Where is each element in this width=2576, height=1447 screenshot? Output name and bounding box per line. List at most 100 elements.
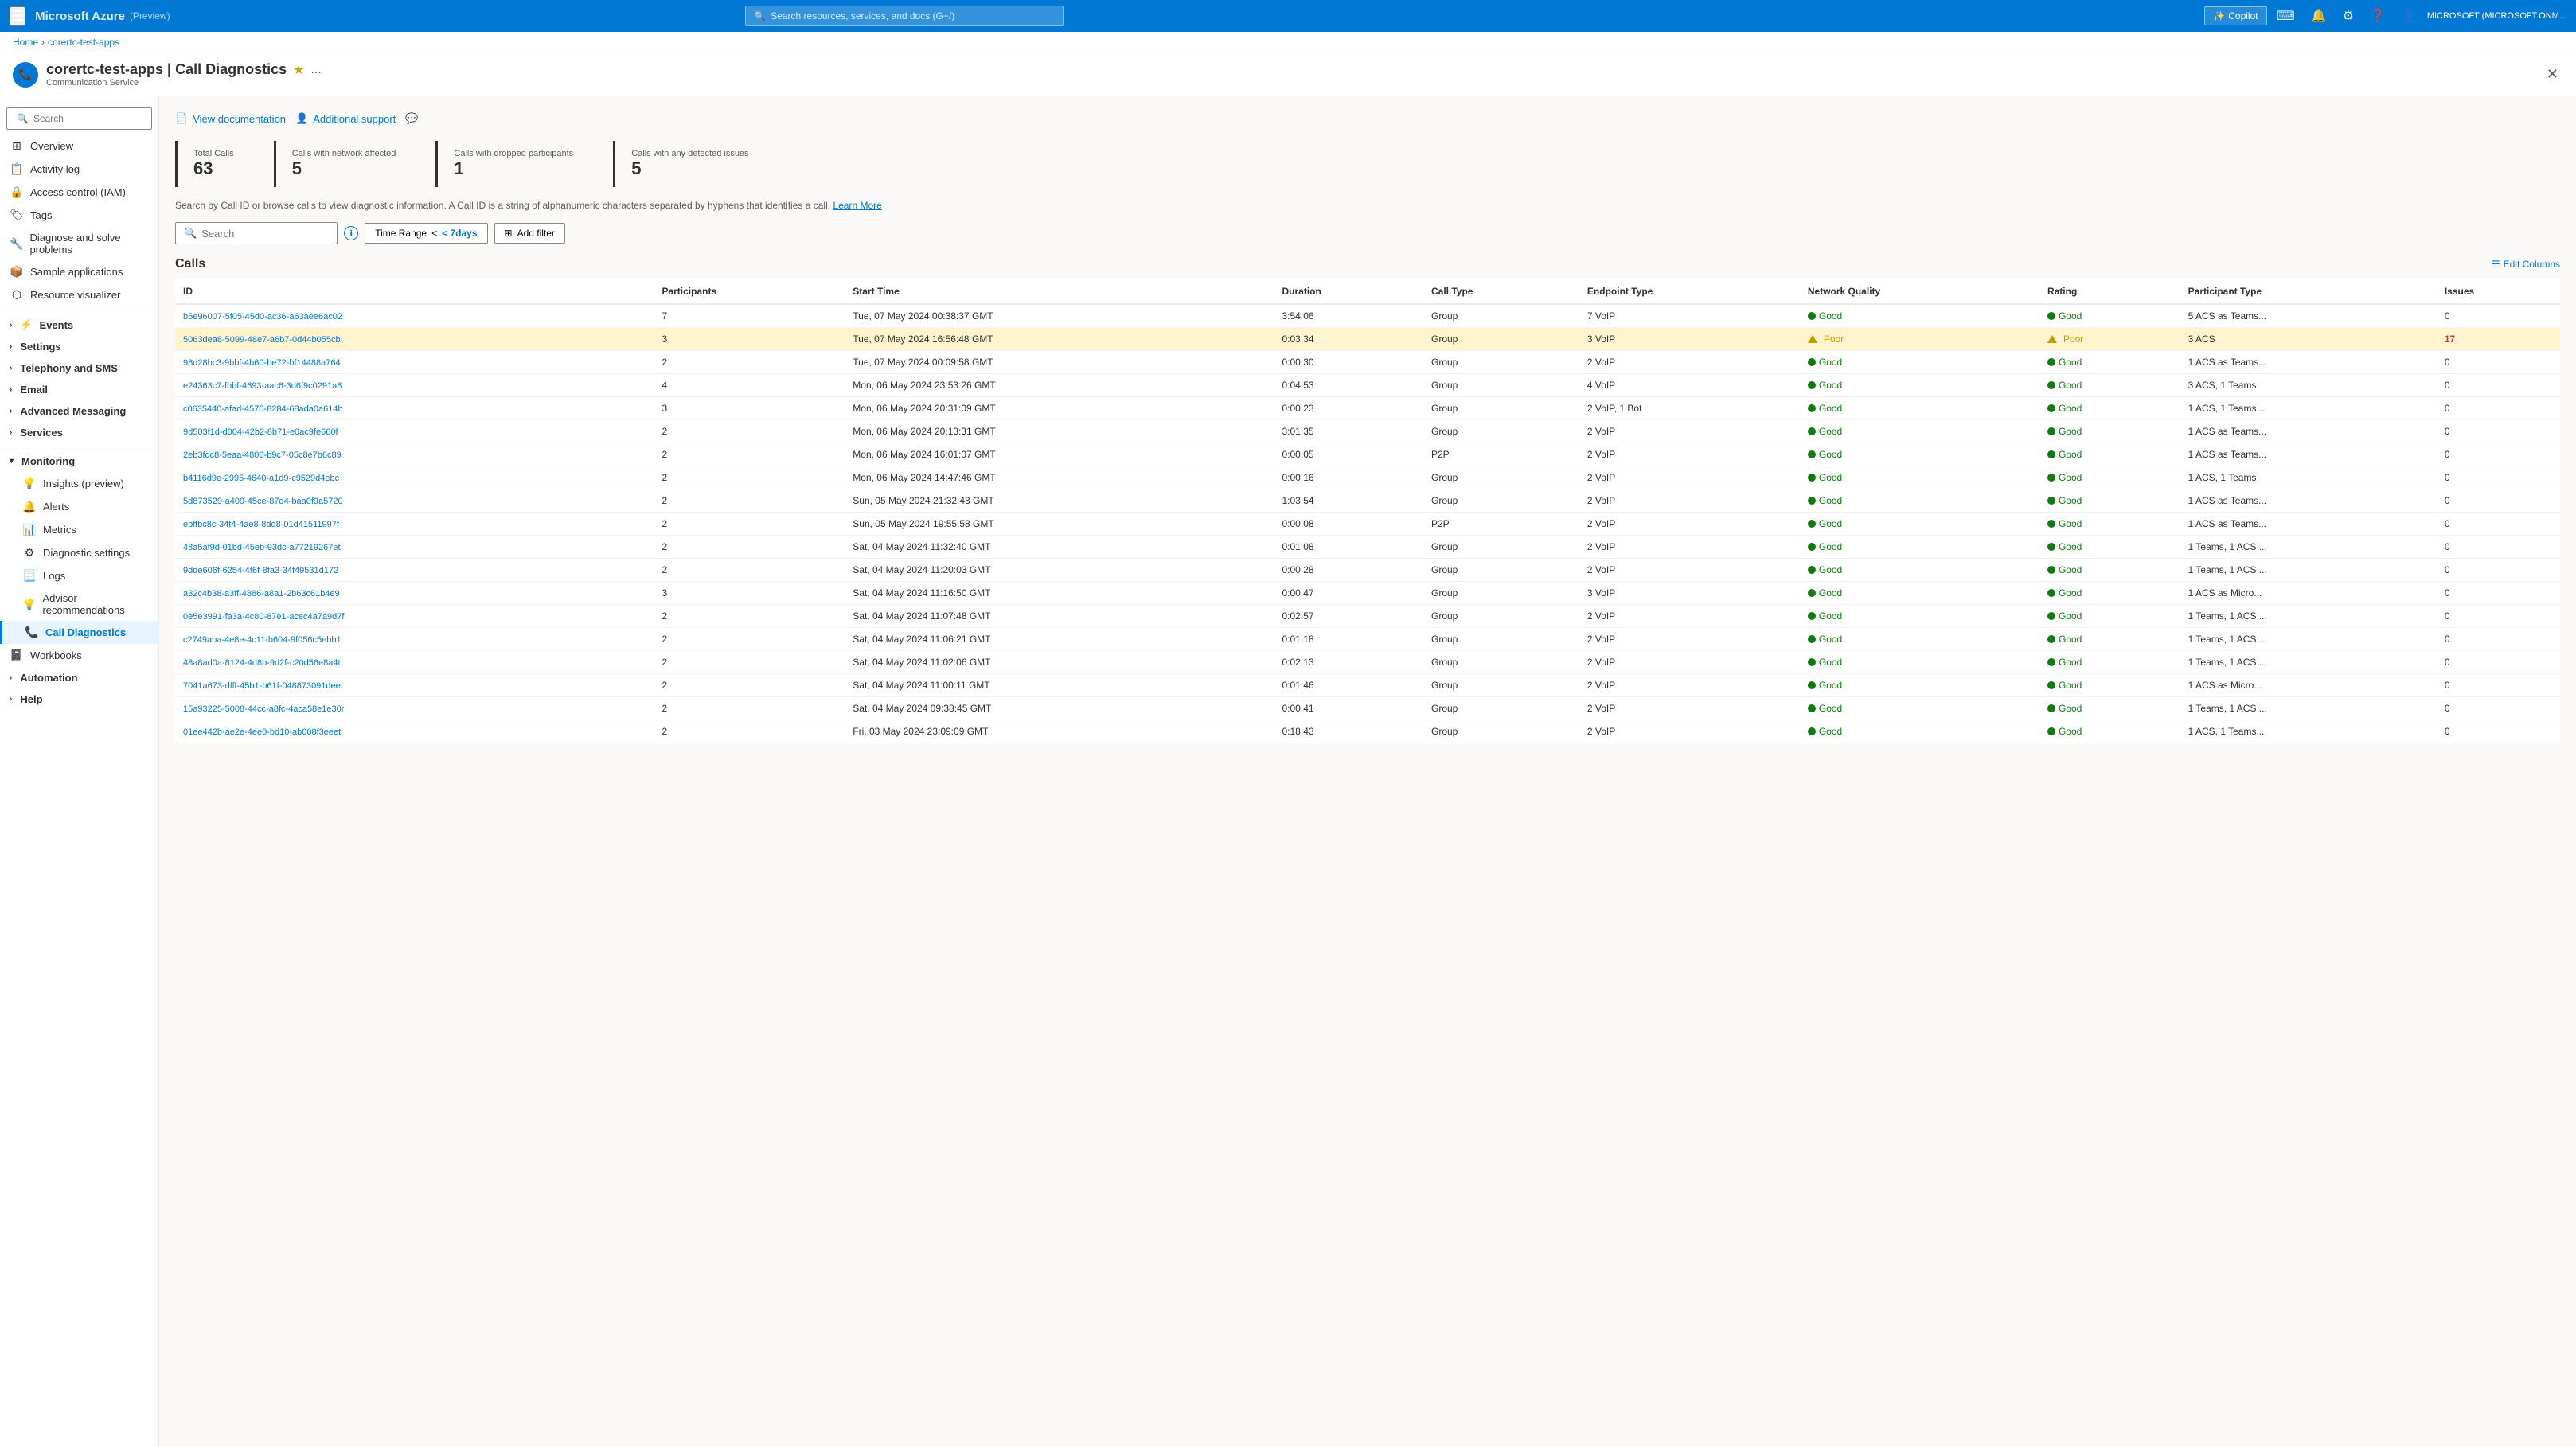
call-id-link[interactable]: e24363c7-fbbf-4693-aac6-3d6f9c0291a8: [183, 381, 342, 391]
cloud-shell-button[interactable]: ⌨: [2270, 5, 2301, 27]
call-id-link[interactable]: 5063dea8-5099-48e7-a6b7-0d44b055cb: [183, 335, 341, 345]
sidebar-item-resource-visualizer[interactable]: ⬡ Resource visualizer: [0, 283, 158, 306]
sidebar-group-events[interactable]: › ⚡ Events: [0, 314, 158, 336]
cell-participants: 2: [654, 513, 845, 536]
sidebar-item-tags[interactable]: 🏷 Tags: [0, 204, 158, 227]
sidebar-item-iam[interactable]: 🔒 Access control (IAM): [0, 181, 158, 204]
call-id-link[interactable]: b5e96007-5f05-45d0-ac36-a63aee6ac02: [183, 312, 342, 322]
call-id-link[interactable]: 0e5e3991-fa3a-4c80-87e1-acec4a7a9d7f: [183, 612, 344, 622]
cell-endpoint: 3 VoIP: [1579, 582, 1800, 605]
call-id-link[interactable]: 9d503f1d-d004-42b2-8b71-e0ac9fe660f: [183, 427, 338, 437]
learn-more-link[interactable]: Learn More: [833, 200, 881, 211]
cell-call-type: Group: [1423, 697, 1579, 720]
issues-badge: 0: [2445, 703, 2450, 714]
user-button[interactable]: 👤: [2395, 5, 2424, 27]
sidebar-item-metrics[interactable]: 📊 Metrics: [0, 518, 158, 541]
sidebar-item-sample-apps[interactable]: 📦 Sample applications: [0, 260, 158, 283]
breadcrumb-resource[interactable]: corertc-test-apps: [48, 37, 119, 48]
close-button[interactable]: ✕: [2542, 64, 2563, 84]
hamburger-menu[interactable]: ☰: [10, 6, 25, 26]
call-id-link[interactable]: 9dde606f-6254-4f6f-8fa3-34f49531d172: [183, 566, 338, 575]
help-button[interactable]: ❓: [2363, 5, 2392, 27]
cell-duration: 0:00:16: [1274, 466, 1423, 489]
stat-network-affected: Calls with network affected 5: [274, 141, 412, 187]
sidebar-item-insights[interactable]: 💡 Insights (preview): [0, 472, 158, 495]
network-quality-badge: Good: [1808, 403, 2032, 414]
additional-support-button[interactable]: 👤 Additional support: [295, 109, 396, 128]
call-id-link[interactable]: 7041a673-dfff-45b1-b61f-048873091dee: [183, 681, 341, 691]
rating-badge: Good: [2047, 564, 2172, 575]
time-range-button[interactable]: Time Range < < 7days: [365, 223, 487, 244]
notifications-button[interactable]: 🔔: [2305, 5, 2333, 27]
sidebar-item-label: Resource visualizer: [30, 289, 120, 301]
sidebar-group-advanced-messaging[interactable]: › Advanced Messaging: [0, 400, 158, 422]
cell-id: 01ee442b-ae2e-4ee0-bd10-ab008f3eeet: [175, 720, 654, 743]
sidebar-group-help[interactable]: › Help: [0, 688, 158, 710]
call-id-link[interactable]: 01ee442b-ae2e-4ee0-bd10-ab008f3eeet: [183, 727, 341, 737]
chat-button[interactable]: 💬: [405, 109, 418, 128]
cell-endpoint: 4 VoIP: [1579, 374, 1800, 397]
call-id-link[interactable]: 48a5af9d-01bd-45eb-93dc-a77219267et: [183, 543, 341, 552]
sidebar-group-telephony[interactable]: › Telephony and SMS: [0, 357, 158, 379]
resource-name: corertc-test-apps | Call Diagnostics: [46, 61, 287, 78]
cell-endpoint: 2 VoIP: [1579, 420, 1800, 443]
cell-start-time: Tue, 07 May 2024 00:09:58 GMT: [845, 351, 1274, 374]
global-search-input[interactable]: [771, 10, 1055, 21]
network-quality-badge: Good: [1808, 380, 2032, 391]
cell-network: Good: [1800, 489, 2039, 513]
resource-header: 📞 corertc-test-apps | Call Diagnostics ★…: [0, 53, 2576, 96]
sidebar-item-activity-log[interactable]: 📋 Activity log: [0, 158, 158, 181]
call-id-link[interactable]: b4116d9e-2995-4640-a1d9-c9529d4ebc: [183, 474, 339, 483]
call-id-link[interactable]: a32c4b38-a3ff-4886-a8a1-2b63c61b4e9: [183, 589, 340, 599]
cell-participant-type: 1 Teams, 1 ACS ...: [2180, 536, 2437, 559]
cell-issues: 0: [2437, 466, 2560, 489]
edit-columns-button[interactable]: ☰ Edit Columns: [2492, 259, 2560, 270]
table-row: 2eb3fdc8-5eaa-4806-b9c7-05c8e7b6c89 2 Mo…: [175, 443, 2560, 466]
cell-duration: 0:00:30: [1274, 351, 1423, 374]
top-nav: ☰ Microsoft Azure (Preview) 🔍 ✨ Copilot …: [0, 0, 2576, 32]
sidebar-item-alerts[interactable]: 🔔 Alerts: [0, 495, 158, 518]
sidebar-group-services[interactable]: › Services: [0, 422, 158, 443]
sidebar-group-settings[interactable]: › Settings: [0, 336, 158, 357]
sidebar-search-input[interactable]: [33, 113, 142, 124]
call-id-link[interactable]: ebffbc8c-34f4-4ae8-8dd8-01d41511997f: [183, 520, 339, 529]
breadcrumb-home[interactable]: Home: [13, 37, 38, 48]
call-id-link[interactable]: c0635440-afad-4570-8284-68ada0a614b: [183, 404, 343, 414]
call-id-link[interactable]: c2749aba-4e8e-4c11-b604-9f056c5ebb1: [183, 635, 342, 645]
sidebar-item-logs[interactable]: 📃 Logs: [0, 564, 158, 587]
call-id-link[interactable]: 48a8ad0a-8124-4d8b-9d2f-c20d56e8a4t: [183, 658, 341, 668]
view-documentation-button[interactable]: 📄 View documentation: [175, 109, 286, 128]
global-search-box[interactable]: 🔍: [745, 6, 1064, 26]
copilot-label: Copilot: [2228, 10, 2258, 21]
sidebar-item-call-diagnostics[interactable]: 📞 Call Diagnostics: [0, 621, 158, 644]
sidebar-group-monitoring[interactable]: ▾ Monitoring: [0, 450, 158, 472]
col-header-start: Start Time: [845, 279, 1274, 304]
sidebar-item-diagnose[interactable]: 🔧 Diagnose and solve problems: [0, 227, 158, 260]
sidebar-item-diagnostic-settings[interactable]: ⚙ Diagnostic settings: [0, 541, 158, 564]
call-id-link[interactable]: 15a93225-5008-44cc-a8fc-4aca58e1e30r: [183, 704, 344, 714]
more-options-button[interactable]: ...: [310, 63, 321, 77]
search-info-icon[interactable]: ℹ: [344, 226, 358, 240]
sidebar-group-email[interactable]: › Email: [0, 379, 158, 400]
call-id-link[interactable]: 98d28bc3-9bbf-4b60-be72-bf14488a764: [183, 358, 341, 368]
sidebar-search-box[interactable]: 🔍: [6, 107, 152, 130]
call-id-link[interactable]: 5d873529-a409-45ce-87d4-baa0f9a5720: [183, 497, 343, 506]
sidebar-item-label: Automation: [20, 672, 77, 684]
calls-search-box[interactable]: 🔍: [175, 222, 338, 244]
sidebar-item-overview[interactable]: ⊞ Overview: [0, 135, 158, 158]
add-filter-button[interactable]: ⊞ Add filter: [494, 223, 565, 244]
cell-network: Good: [1800, 304, 2039, 328]
stat-value: 63: [193, 158, 234, 179]
calls-table-body: b5e96007-5f05-45d0-ac36-a63aee6ac02 7 Tu…: [175, 304, 2560, 743]
col-header-id: ID: [175, 279, 654, 304]
sidebar-group-automation[interactable]: › Automation: [0, 667, 158, 688]
cell-duration: 3:01:35: [1274, 420, 1423, 443]
sidebar-item-workbooks[interactable]: 📓 Workbooks: [0, 644, 158, 667]
call-id-link[interactable]: 2eb3fdc8-5eaa-4806-b9c7-05c8e7b6c89: [183, 450, 342, 460]
copilot-button[interactable]: ✨ Copilot: [2204, 6, 2266, 25]
cell-id: 5d873529-a409-45ce-87d4-baa0f9a5720: [175, 489, 654, 513]
sidebar-item-advisor[interactable]: 💡 Advisor recommendations: [0, 587, 158, 621]
settings-button[interactable]: ⚙: [2336, 5, 2360, 27]
calls-search-input[interactable]: [201, 228, 329, 240]
favorite-button[interactable]: ★: [293, 62, 304, 78]
